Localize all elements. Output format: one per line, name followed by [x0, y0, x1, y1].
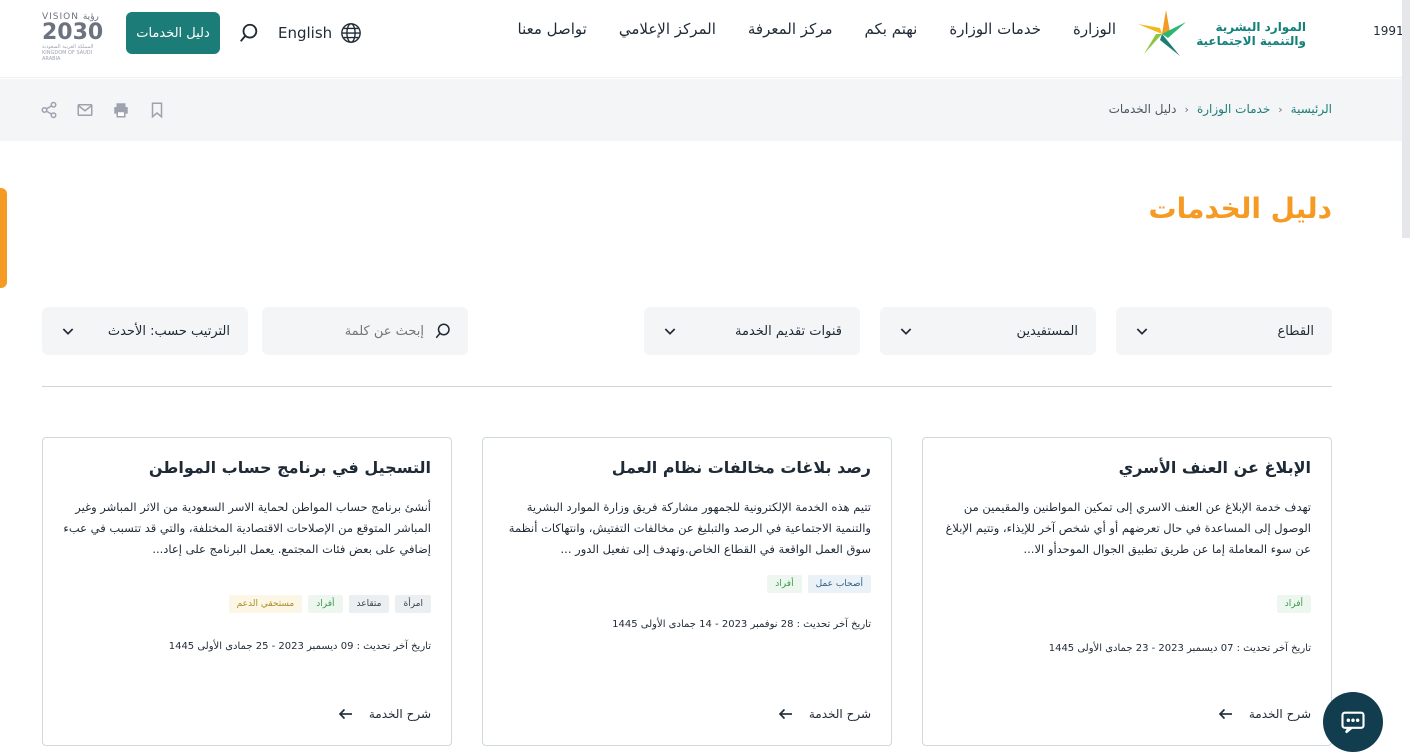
mail-icon[interactable]: [76, 101, 94, 119]
card-tags: أصحاب عمل أفراد: [503, 575, 871, 593]
card-description: تتيم هذه الخدمة الإلكترونية للجمهور مشار…: [508, 500, 871, 556]
chevron-left-icon: ‹: [1184, 102, 1189, 116]
nav-knowledge-center[interactable]: مركز المعرفة: [748, 20, 833, 38]
arrow-left-icon: [338, 708, 352, 720]
share-icon[interactable]: [40, 101, 58, 119]
channels-filter-label: قنوات تقديم الخدمة: [735, 323, 842, 339]
explain-service-link[interactable]: شرح الخدمة: [337, 705, 431, 723]
card-tags: أفراد: [943, 595, 1311, 613]
chevron-down-icon: [664, 328, 676, 335]
globe-icon: [341, 23, 362, 43]
breadcrumb-home[interactable]: الرئيسية: [1291, 102, 1332, 116]
explain-label: شرح الخدمة: [808, 707, 871, 721]
card-description: أنشئ برنامج حساب المواطن لحماية الاسر ال…: [63, 500, 431, 556]
language-label: English: [278, 24, 333, 42]
tag: امرأة: [395, 595, 431, 613]
explain-label: شرح الخدمة: [1248, 707, 1311, 721]
beneficiaries-filter-label: المستفيدين: [1016, 323, 1078, 339]
chevron-down-icon: [1136, 328, 1148, 335]
explain-service-link[interactable]: شرح الخدمة: [777, 705, 871, 723]
card-title[interactable]: الإبلاغ عن العنف الأسري: [943, 458, 1311, 477]
sort-dropdown[interactable]: الترتيب حسب: الأحدث: [42, 307, 248, 355]
last-updated: تاريخ آخر تحديث : 07 ديسمبر 2023 - 23 جم…: [1048, 643, 1311, 654]
language-switch[interactable]: English: [278, 22, 362, 44]
nav-we-care[interactable]: نهتم بكم: [865, 20, 918, 38]
explain-label: شرح الخدمة: [368, 707, 431, 721]
logo-line-1: الموارد البشرية: [1215, 20, 1306, 34]
tag: أصحاب عمل: [807, 575, 871, 593]
nav-contact-us[interactable]: تواصل معنا: [518, 20, 587, 38]
chevron-down-icon: [62, 328, 74, 335]
channels-filter[interactable]: قنوات تقديم الخدمة: [644, 307, 860, 355]
nav-ministry-services[interactable]: خدمات الوزارة: [949, 20, 1041, 38]
service-card[interactable]: التسجيل في برنامج حساب المواطن أنشئ برنا…: [42, 437, 452, 746]
nav-ministry[interactable]: الوزارة: [1073, 20, 1116, 38]
breadcrumb-services[interactable]: خدمات الوزارة: [1197, 102, 1270, 116]
logo-star-icon: [1138, 10, 1187, 56]
tag: مستحقي الدعم: [228, 595, 303, 613]
last-updated: تاريخ آخر تحديث : 28 نوفمبر 2023 - 14 جم…: [612, 619, 871, 630]
search-input[interactable]: [294, 323, 424, 339]
beneficiaries-filter[interactable]: المستفيدين: [880, 307, 1096, 355]
scrollbar[interactable]: [1402, 0, 1410, 238]
nav-media-center[interactable]: المركز الإعلامي: [619, 20, 716, 38]
logo-line-2: والتنمية الاجتماعية: [1196, 34, 1306, 48]
vision-year: 2030: [42, 20, 104, 45]
search-icon: [435, 323, 450, 339]
chevron-down-icon: [900, 328, 912, 335]
breadcrumb: الرئيسية ‹ خدمات الوزارة ‹ دليل الخدمات: [1109, 102, 1332, 116]
breadcrumb-current: دليل الخدمات: [1108, 102, 1177, 116]
service-card[interactable]: الإبلاغ عن العنف الأسري تهدف خدمة الإبلا…: [922, 437, 1332, 746]
page-actions: [40, 101, 166, 119]
sector-filter-label: القطاع: [1277, 323, 1314, 339]
page-title: دليل الخدمات: [1148, 192, 1332, 225]
last-updated: تاريخ آخر تحديث : 09 ديسمبر 2023 - 25 جم…: [168, 641, 431, 652]
arrow-left-icon: [778, 708, 792, 720]
vision-2030-logo: VISION رؤية 2030 المملكة العربية السعودي…: [42, 12, 106, 62]
chat-button[interactable]: [1323, 692, 1383, 752]
sort-label: الترتيب حسب: الأحدث: [107, 323, 230, 339]
side-feedback-tab[interactable]: [0, 188, 7, 288]
tag: متقاعد: [348, 595, 390, 613]
search-icon[interactable]: [238, 22, 260, 44]
logo-text: الموارد البشرية والتنمية الاجتماعية: [1196, 20, 1306, 48]
chat-icon: [1341, 711, 1365, 734]
tag: أفراد: [308, 595, 343, 613]
card-description: تهدف خدمة الإبلاغ عن العنف الاسري إلى تم…: [945, 500, 1311, 556]
print-icon[interactable]: [112, 101, 130, 119]
service-card[interactable]: رصد بلاغات مخالفات نظام العمل تتيم هذه ا…: [482, 437, 892, 746]
main-nav: الوزارة خدمات الوزارة نهتم بكم مركز المع…: [518, 20, 1116, 38]
tag: أفراد: [1276, 595, 1311, 613]
arrow-left-icon: [1218, 708, 1232, 720]
top-header: الموارد البشرية والتنمية الاجتماعية الوز…: [0, 0, 1410, 78]
ministry-logo[interactable]: الموارد البشرية والتنمية الاجتماعية: [1136, 8, 1306, 60]
services-guide-button[interactable]: دليل الخدمات: [126, 12, 220, 54]
divider: [42, 386, 1332, 387]
card-tags: امرأة متقاعد أفراد مستحقي الدعم: [63, 595, 431, 613]
explain-service-link[interactable]: شرح الخدمة: [1217, 705, 1311, 723]
keyword-search: [262, 307, 468, 355]
bookmark-icon[interactable]: [148, 101, 166, 119]
breadcrumb-bar: الرئيسية ‹ خدمات الوزارة ‹ دليل الخدمات: [0, 79, 1410, 141]
chevron-left-icon: ‹: [1278, 102, 1283, 116]
sector-filter[interactable]: القطاع: [1116, 307, 1332, 355]
vision-sub: المملكة العربية السعودية KINGDOM OF SAUD…: [42, 44, 94, 62]
card-title[interactable]: التسجيل في برنامج حساب المواطن: [63, 458, 431, 477]
tag: أفراد: [767, 575, 802, 593]
card-title[interactable]: رصد بلاغات مخالفات نظام العمل: [503, 458, 871, 477]
